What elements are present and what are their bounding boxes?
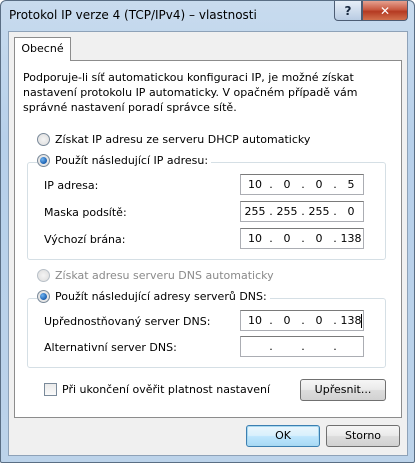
ip-octet: 138 [340,232,362,245]
intro-text: Podporuje-li síť automatickou konfigurac… [23,71,358,114]
ip-octet: 255 [308,205,330,218]
ip-auto-radio-button[interactable] [37,133,50,146]
ip-manual-radio-button[interactable] [37,154,50,167]
ip-octet: 255 [244,205,266,218]
dns-manual-group [27,298,386,368]
close-icon: ✕ [379,3,391,18]
ip-octet: 0 [315,314,323,327]
validate-checkbox-box[interactable] [44,383,57,396]
tab-general[interactable]: Obecné [14,37,71,61]
dns-auto-label: Získat adresu serveru DNS automaticky [55,269,274,282]
dns-auto-radio[interactable]: Získat adresu serveru DNS automaticky [37,269,277,282]
preferred-dns-label: Upřednostňovaný server DNS: [44,315,211,328]
preferred-dns-input[interactable]: 10 . 0 . 0 . 138 [240,310,364,331]
ip-octet: 0 [283,232,291,245]
advanced-button[interactable]: Upřesnit... [300,379,386,401]
ip-manual-label: Použít následující IP adresu: [55,154,209,167]
default-gateway-input[interactable]: 10 . 0 . 0 . 138 [240,228,364,249]
window-title: Protokol IP verze 4 (TCP/IPv4) – vlastno… [9,8,257,22]
dns-manual-label: Použít následující adresy serverů DNS: [55,290,267,303]
ip-octet: 10 [248,314,262,327]
ip-octet: 0 [315,232,323,245]
octet-separator: . [333,340,337,353]
text-caret [361,314,362,328]
close-button[interactable]: ✕ [362,1,408,21]
ip-octet: 0 [283,314,291,327]
validate-settings-checkbox[interactable]: Při ukončení ověřit platnost nastavení [44,383,270,396]
ip-auto-label: Získat IP adresu ze serveru DHCP automat… [55,133,311,146]
ip-octet: 10 [248,232,262,245]
dns-auto-radio-button[interactable] [37,269,50,282]
validate-checkbox-label: Při ukončení ověřit platnost nastavení [62,383,271,396]
tab-panel-general: Podporuje-li síť automatickou konfigurac… [14,60,402,418]
ip-octet: 0 [283,178,291,191]
dns-manual-radio-button[interactable] [37,290,50,303]
alternate-dns-label: Alternativní server DNS: [44,341,177,354]
ip-auto-radio[interactable]: Získat IP adresu ze serveru DHCP automat… [37,133,314,146]
octet-separator: . [301,340,305,353]
ip-octet: 5 [347,178,355,191]
ip-octet: 10 [248,178,262,191]
alternate-dns-input[interactable]: . . . [240,336,364,357]
ip-octet: 255 [276,205,298,218]
help-icon: ? [344,3,352,18]
ip-octet: 0 [315,178,323,191]
octet-separator: . [269,340,273,353]
default-gateway-label: Výchozí brána: [44,233,126,246]
ok-button[interactable]: OK [246,425,320,447]
ip-manual-radio[interactable]: Použít následující IP adresu: [37,154,212,167]
dialog-window: Protokol IP verze 4 (TCP/IPv4) – vlastno… [0,0,415,463]
dns-manual-radio[interactable]: Použít následující adresy serverů DNS: [37,290,270,303]
subnet-mask-input[interactable]: 255 . 255 . 255 . 0 [240,201,364,222]
dialog-client: Obecné Podporuje-li síť automatickou kon… [8,31,408,456]
cancel-button[interactable]: Storno [326,425,400,447]
ip-octet: 0 [347,205,355,218]
subnet-mask-label: Maska podsítě: [44,206,127,219]
help-button[interactable]: ? [334,1,362,21]
ip-address-input[interactable]: 10 . 0 . 0 . 5 [240,174,364,195]
ip-address-label: IP adresa: [44,179,99,192]
